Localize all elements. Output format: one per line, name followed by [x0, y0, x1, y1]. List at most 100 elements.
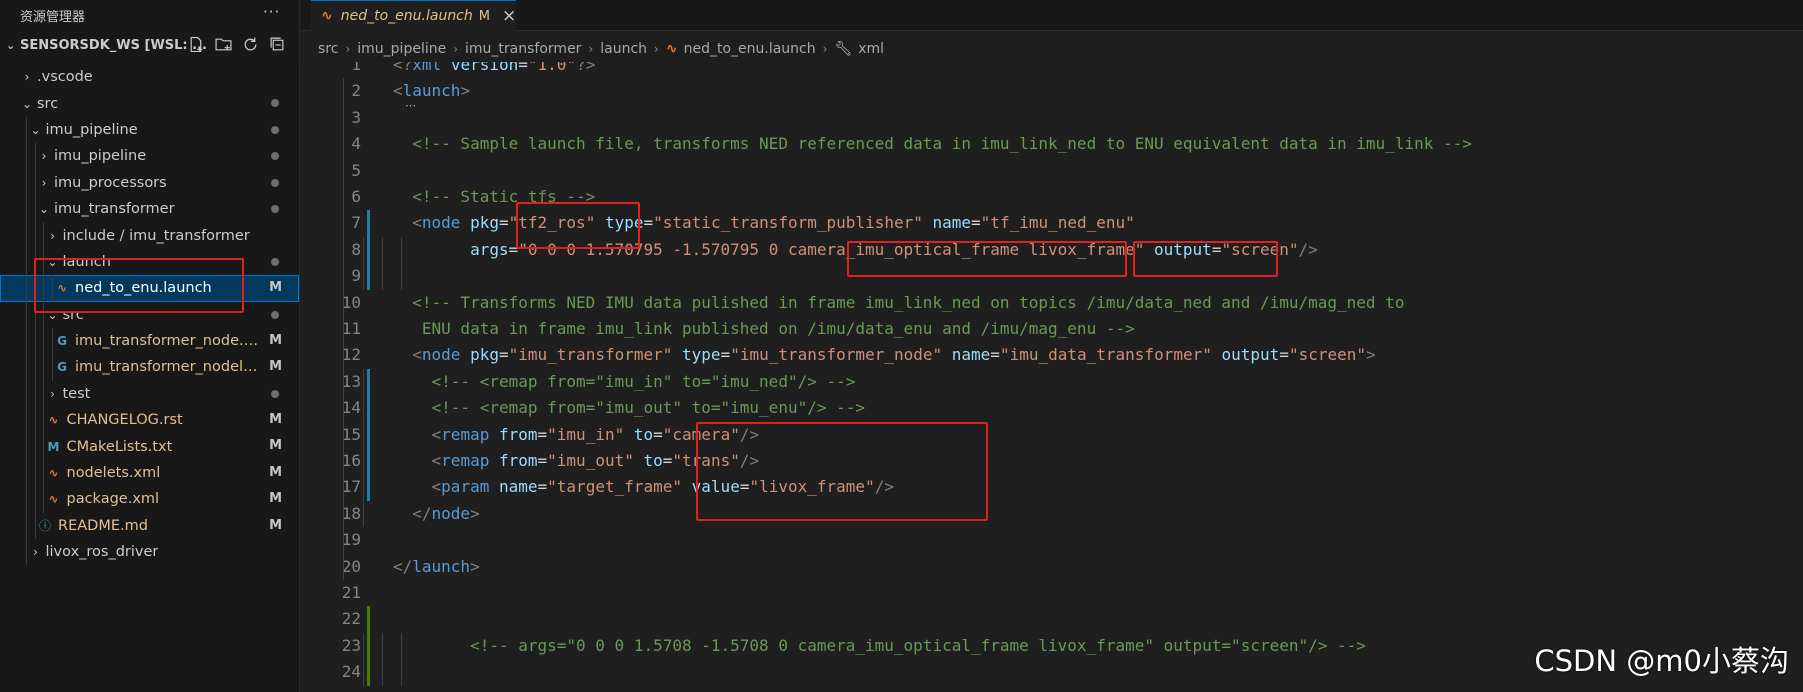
code-line[interactable]: </node>	[393, 501, 479, 527]
tree-item-imu-processors[interactable]: › imu_processors	[0, 169, 299, 196]
code-line[interactable]: <node pkg="imu_transformer" type="imu_tr…	[393, 342, 1375, 368]
token-str: "imu_transformer_node"	[730, 345, 943, 365]
indent-guide	[26, 169, 27, 196]
new-file-icon[interactable]	[188, 36, 205, 53]
tree-item-imu-transformer-nodelet[interactable]: Gimu_transformer_nodelet.... M	[0, 354, 299, 381]
tree-item-package-xml[interactable]: ∿ package.xml M	[0, 486, 299, 513]
tree-item--vscode[interactable]: › .vscode	[0, 64, 299, 90]
line-number: 24	[341, 662, 361, 682]
annotation-box-selected-file	[34, 258, 244, 313]
line-number: 6	[351, 187, 361, 206]
token-str: "imu_out"	[547, 451, 634, 470]
indent-guide	[43, 486, 44, 513]
tree-item-imu-transformer[interactable]: ⌄ imu_transformer	[0, 195, 299, 223]
tree-item-livox-ros-driver[interactable]: › livox_ros_driver	[0, 539, 299, 566]
line-number: 11	[341, 319, 361, 338]
indent-guide	[34, 407, 36, 434]
code-line[interactable]: <!-- <remap from="imu_out" to="imu_enu"/…	[393, 395, 865, 421]
indent-guide	[34, 354, 36, 381]
line-number: 23	[341, 635, 361, 655]
tree-item-label: test	[62, 385, 91, 402]
tree-item-imu-pipeline[interactable]: ⌄ imu_pipeline	[0, 116, 299, 144]
more-actions-icon[interactable]: ···	[263, 3, 280, 21]
token-br: <	[412, 345, 422, 365]
indent-guide	[26, 116, 27, 144]
tab-bar: ∿ ned_to_enu.launch M ×	[301, 0, 1803, 31]
breadcrumb-item[interactable]: ned_to_enu.launch	[684, 41, 816, 57]
tree-item-nodelets-xml[interactable]: ∿ nodelets.xml M	[0, 459, 299, 487]
folding-ellipsis-icon[interactable]: ⋯	[405, 99, 416, 112]
git-changes-dot	[271, 152, 279, 161]
token-txt: =	[498, 213, 509, 233]
token-br: <	[412, 213, 422, 233]
code-line[interactable]: <!-- args="0 0 0 1.5708 -1.5708 0 camera…	[393, 633, 1366, 659]
refresh-icon[interactable]	[242, 36, 259, 53]
indent-guide	[363, 236, 364, 290]
chevron-down-icon: ⌄	[6, 38, 16, 52]
new-folder-icon[interactable]	[215, 36, 232, 53]
code-line[interactable]: ENU data in frame imu_link published on …	[393, 316, 1135, 342]
token-br: >	[460, 81, 471, 101]
token-attr: type	[682, 345, 721, 365]
token-str: "1.0"	[527, 62, 577, 74]
indent-guide	[34, 433, 36, 460]
close-icon[interactable]: ×	[502, 6, 516, 26]
token-com: <!-- Sample launch file, transforms NED …	[412, 134, 1472, 154]
token-tag: xml	[412, 62, 442, 74]
tree-item-readme-md[interactable]: ⓘ README.md M	[0, 512, 299, 540]
rss-file-icon: ∿	[321, 8, 333, 24]
line-number: 8	[351, 239, 361, 259]
token-tag: launch	[402, 81, 461, 101]
line-number: 15	[341, 424, 361, 444]
indent-guide	[26, 354, 27, 381]
tree-item-label: nodelets.xml	[66, 465, 161, 482]
rss-file-icon: ∿	[665, 41, 678, 57]
line-number: 18	[341, 503, 361, 523]
breadcrumb-item[interactable]: launch	[600, 41, 647, 57]
tree-item-cmakelists-txt[interactable]: M CMakeLists.txt M	[0, 433, 299, 460]
token-tag: remap	[441, 451, 490, 470]
code-line[interactable]: <!-- <remap from="imu_in" to="imu_ned"/>…	[393, 369, 856, 395]
breadcrumb-item[interactable]: src	[318, 41, 338, 57]
tree-item-changelog-rst[interactable]: ∿ CHANGELOG.rst M	[0, 407, 299, 434]
code-line[interactable]: <!-- Sample launch file, transforms NED …	[393, 131, 1472, 157]
git-changes-dot	[271, 310, 279, 319]
indent-guide	[343, 78, 344, 580]
breadcrumb-item[interactable]: imu_pipeline	[357, 41, 446, 57]
git-modified-badge: M	[269, 359, 282, 375]
breadcrumb-item[interactable]: xml	[858, 41, 884, 57]
token-txt: =	[1279, 345, 1289, 365]
line-number: 4	[351, 134, 361, 154]
indent-guide	[43, 380, 44, 408]
token-str: "imu_transformer"	[508, 345, 673, 365]
git-modified-badge: M	[269, 438, 282, 454]
tree-item-include-imu-transformer[interactable]: › include / imu_transformer	[0, 222, 299, 249]
watermark: CSDN @m0小蔡沟	[1534, 644, 1789, 678]
line-number: 19	[341, 530, 361, 550]
rss-file-icon: ∿	[48, 466, 59, 481]
breadcrumb-item[interactable]: imu_transformer	[465, 41, 581, 57]
tree-item-imu-transformer-node-cpp[interactable]: Gimu_transformer_node.cpp M	[0, 327, 299, 355]
collapse-all-icon[interactable]	[269, 36, 286, 53]
tree-item-test[interactable]: › test	[0, 380, 299, 408]
workspace-root[interactable]: ⌄ SENSORSDK_WS [WSL: ...	[0, 30, 299, 60]
code-line[interactable]: <!-- Transforms NED IMU data pulished in…	[393, 290, 1404, 316]
tree-item-src[interactable]: ⌄ src	[0, 90, 299, 116]
code-editor[interactable]: 1 <?xml version="1.0"?> 2 <launch> 3 4 <!-- S…	[301, 62, 1803, 692]
code-line[interactable]: <node pkg="tf2_ros" type="static_transfo…	[393, 210, 1135, 236]
code-line[interactable]: </launch>	[393, 554, 480, 580]
git-changes-dot	[271, 257, 279, 266]
tab-ned-to-enu-launch[interactable]: ∿ ned_to_enu.launch M ×	[311, 0, 516, 31]
token-txt: =	[498, 345, 509, 365]
token-com: <!-- <remap from="imu_out" to="imu_enu"/…	[431, 398, 866, 418]
indent-guide	[26, 539, 27, 566]
tree-item-label: CMakeLists.txt	[66, 438, 173, 455]
code-line[interactable]: <?xml version="1.0"?>	[393, 62, 595, 78]
tree-item-imu-pipeline[interactable]: › imu_pipeline	[0, 143, 299, 170]
